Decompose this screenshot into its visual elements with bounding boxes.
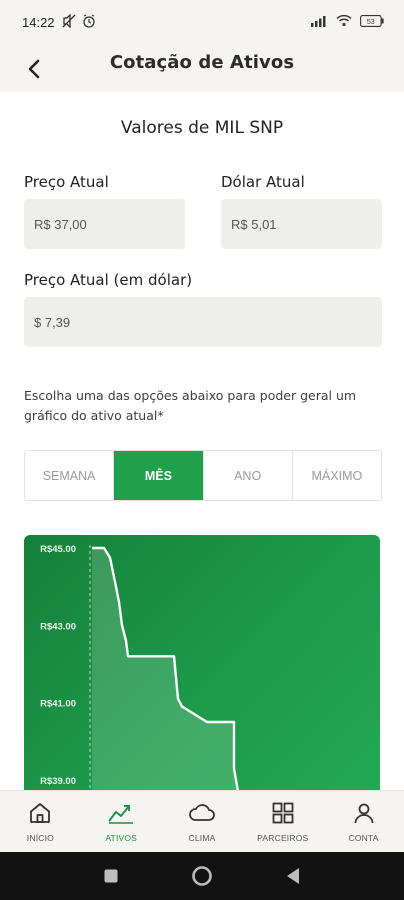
preco-atual-label: Preço Atual <box>24 173 109 191</box>
signal-icon <box>311 15 326 27</box>
period-semana-button[interactable]: SEMANA <box>25 451 115 500</box>
y-tick-label: R$39.00 <box>40 776 76 787</box>
price-chart: R$45.00 R$43.00 R$41.00 R$39.00 <box>24 535 380 805</box>
page-title: Cotação de Ativos <box>109 52 295 73</box>
dolar-atual-field: R$ 5,01 <box>221 199 382 249</box>
preco-dolar-label: Preço Atual (em dólar) <box>24 271 193 289</box>
trending-icon <box>108 805 134 824</box>
cloud-icon <box>189 804 215 821</box>
dolar-atual-label: Dólar Atual <box>221 173 305 191</box>
app-header: Cotação de Ativos <box>0 44 404 92</box>
price-chart-svg: R$45.00 R$43.00 R$41.00 R$39.00 <box>40 544 244 805</box>
home-circle-icon[interactable] <box>191 865 213 887</box>
preco-atual-field: R$ 37,00 <box>24 199 185 249</box>
period-maximo-button[interactable]: MÁXIMO <box>293 451 381 500</box>
y-tick-label: R$41.00 <box>40 699 76 710</box>
alarm-icon <box>83 14 95 28</box>
bottom-nav: INÍCIO ATIVOS CLIMA PARCEIROS CONTA <box>0 790 404 852</box>
period-ano-button[interactable]: ANO <box>204 451 293 500</box>
mute-icon <box>62 14 76 28</box>
nav-conta[interactable]: CONTA <box>323 791 404 852</box>
nav-ativos-label: ATIVOS <box>105 833 138 843</box>
back-triangle-icon[interactable] <box>285 867 301 885</box>
nav-parceiros[interactable]: PARCEIROS <box>242 791 323 852</box>
status-time: 14:22 <box>22 15 55 30</box>
wifi-icon <box>336 14 352 27</box>
svg-text:53: 53 <box>367 18 375 25</box>
user-icon <box>354 803 373 824</box>
nav-clima[interactable]: CLIMA <box>162 791 243 852</box>
system-nav-bar <box>0 852 404 900</box>
nav-inicio[interactable]: INÍCIO <box>0 791 81 852</box>
nav-ativos[interactable]: ATIVOS <box>81 791 162 852</box>
home-icon <box>30 803 51 823</box>
grid-icon <box>272 802 294 824</box>
y-tick-label: R$43.00 <box>40 621 76 632</box>
nav-conta-label: CONTA <box>348 833 379 843</box>
nav-inicio-label: INÍCIO <box>26 833 54 843</box>
chart-instruction: Escolha uma das opções abaixo para poder… <box>24 388 357 423</box>
period-mes-button[interactable]: MÊS <box>114 451 204 500</box>
preco-dolar-field: $ 7,39 <box>24 297 382 347</box>
nav-clima-label: CLIMA <box>188 833 216 843</box>
asset-title: Valores de MIL SNP <box>120 118 284 138</box>
battery-icon: 53 <box>360 14 384 27</box>
recents-icon[interactable] <box>103 868 119 884</box>
y-tick-label: R$45.00 <box>40 544 76 555</box>
period-selector: SEMANA MÊS ANO MÁXIMO <box>24 450 382 501</box>
status-bar: 14:22 53 <box>0 0 404 44</box>
nav-parceiros-label: PARCEIROS <box>257 833 309 843</box>
